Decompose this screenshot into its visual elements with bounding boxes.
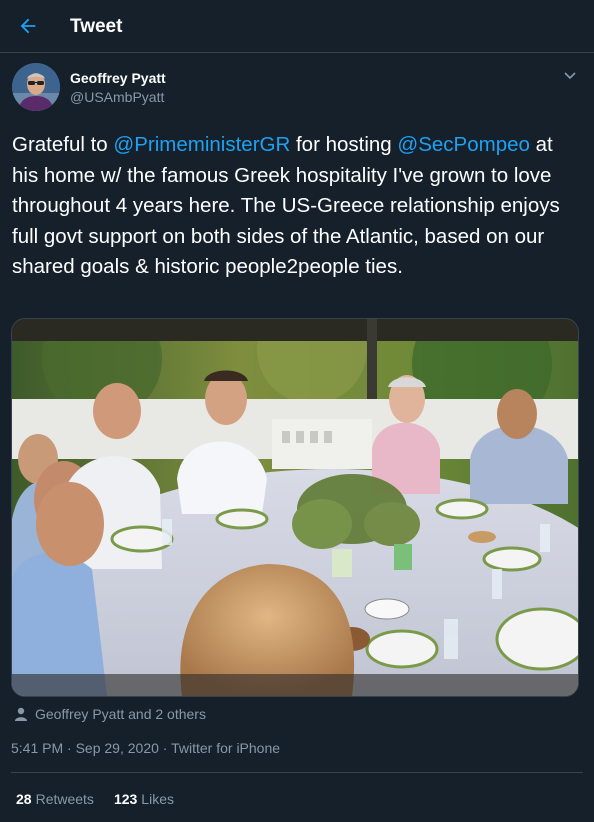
likes-label: Likes (141, 791, 174, 807)
chevron-down-icon (564, 72, 576, 80)
tweet-photo[interactable] (11, 318, 579, 697)
liked-by-link[interactable]: Geoffrey Pyatt and 2 others (14, 704, 206, 724)
mention-link[interactable]: @SecPompeo (397, 133, 530, 156)
retweets-label: Retweets (35, 791, 94, 807)
retweets-count: 28 (16, 791, 32, 807)
back-button[interactable] (14, 12, 42, 40)
retweets-stat[interactable]: 28 Retweets (16, 790, 94, 808)
top-bar: Tweet (0, 0, 594, 53)
likes-stat[interactable]: 123 Likes (114, 790, 174, 808)
likes-count: 123 (113, 791, 138, 807)
page-title: Tweet (70, 16, 123, 37)
liked-by-text: Geoffrey Pyatt and 2 others (35, 706, 206, 722)
author-name[interactable]: Geoffrey Pyatt (70, 70, 166, 87)
avatar[interactable] (12, 63, 60, 111)
mention-link[interactable]: @PrimeministerGR (113, 133, 290, 156)
author-handle[interactable]: @USAmbPyatt (70, 89, 164, 106)
tweet-time[interactable]: 5:41 PM (11, 740, 63, 756)
dinner-photo-image (12, 319, 578, 696)
tweet-meta: 5:41 PM · Sep 29, 2020 · Twitter for iPh… (11, 739, 280, 757)
divider (11, 772, 583, 773)
meta-separator: · (158, 740, 172, 756)
tweet-author: Geoffrey Pyatt @USAmbPyatt (12, 63, 582, 113)
tweet-text-part: for hosting (290, 133, 398, 156)
tweet-date[interactable]: Sep 29, 2020 (76, 740, 159, 756)
tweet-text: Grateful to @PrimeministerGR for hosting… (12, 130, 584, 283)
tweet-source[interactable]: Twitter for iPhone (171, 740, 280, 756)
tweet-stats: 28 Retweets 123 Likes (16, 790, 174, 808)
tweet-menu-button[interactable] (562, 67, 578, 83)
meta-separator: · (63, 740, 76, 756)
arrow-left-icon (20, 18, 36, 34)
person-icon (15, 707, 27, 721)
tweet-text-part: Grateful to (12, 133, 114, 156)
